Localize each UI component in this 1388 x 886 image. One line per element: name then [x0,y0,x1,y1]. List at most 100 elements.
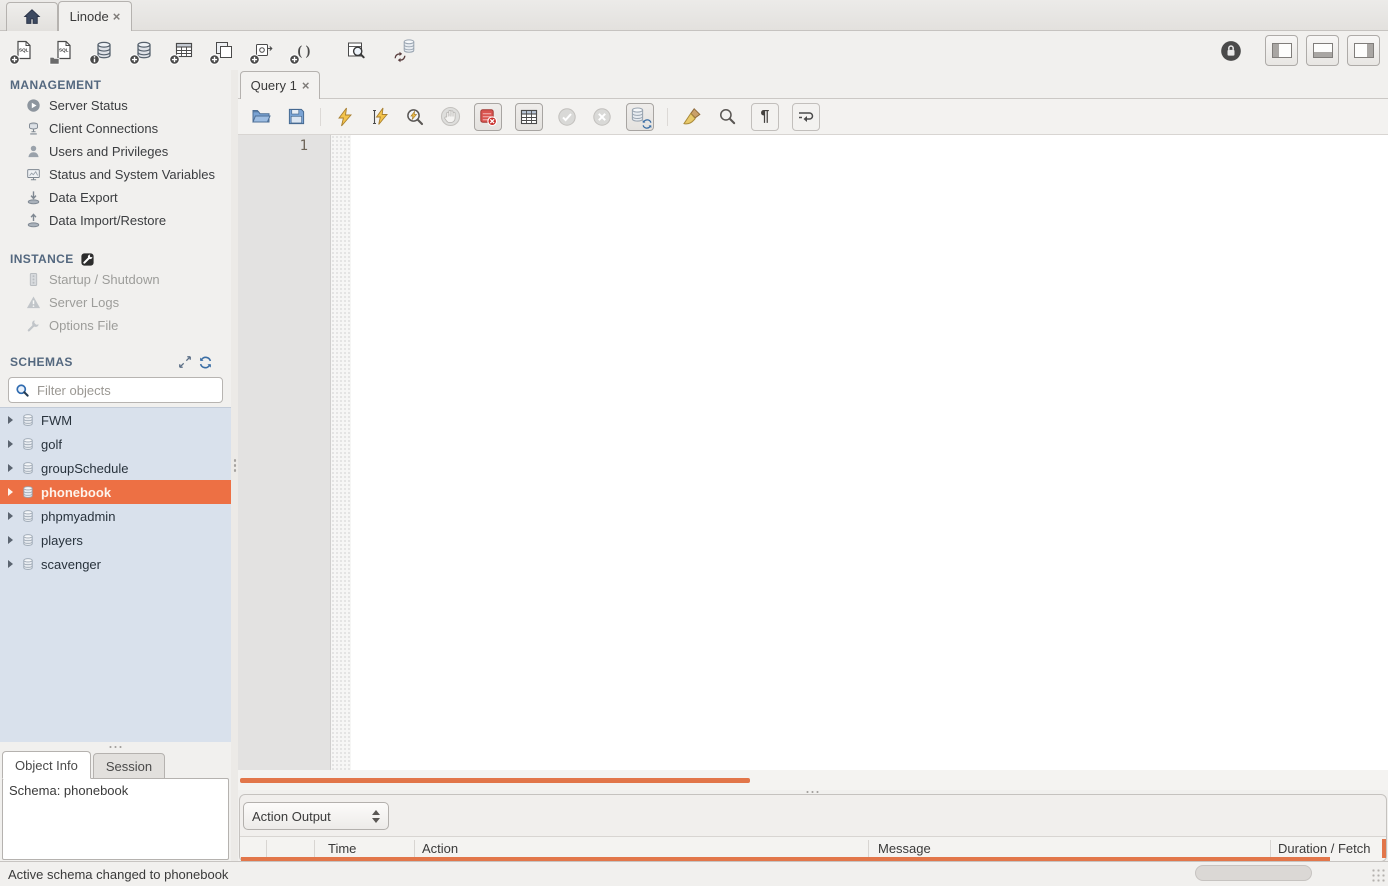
toggle-stop-on-error-button[interactable] [474,103,502,131]
editor-horizontal-scrollbar[interactable] [238,770,1388,790]
splitter-grip-icon [233,458,237,474]
management-section-title: MANAGEMENT [0,70,231,94]
tab-object-info[interactable]: Object Info [2,751,91,779]
lightning-cursor-icon [370,107,390,127]
schema-icon [21,509,35,523]
sidebar-item-server-logs[interactable]: Server Logs [0,291,231,314]
connection-tab-linode[interactable]: Linode × [58,1,132,31]
schema-row-fwm[interactable]: FWM [0,408,231,432]
close-tab-icon[interactable]: × [113,9,121,24]
info-badge-icon [89,54,100,65]
refresh-schemas-icon[interactable] [198,355,213,370]
new-sql-tab-button[interactable]: SQL [10,38,36,64]
tab-session[interactable]: Session [93,753,165,779]
create-view-button[interactable] [210,38,236,64]
connection-lock-icon [1219,39,1243,63]
open-sql-script-button[interactable]: SQL [50,38,76,64]
scrollbar-thumb[interactable] [1195,865,1312,881]
column-header-action[interactable]: Action [422,841,458,856]
query-tab-label: Query 1 [251,78,297,93]
object-info-text: Schema: phonebook [9,783,128,798]
schema-row-phonebook-selected[interactable]: phonebook [0,480,231,504]
reconnect-dbms-button[interactable] [394,38,420,64]
plus-badge-icon [129,54,140,65]
import-icon [26,213,41,228]
schema-row-players[interactable]: players [0,528,231,552]
search-table-data-button[interactable] [342,38,368,64]
sidebar-item-data-import[interactable]: Data Import/Restore [0,209,231,232]
svg-text:SQL: SQL [19,47,29,52]
sync-arrows-icon [394,51,406,63]
execute-current-button[interactable] [369,106,391,128]
splitter-grip-icon [108,745,124,749]
sidebar-item-status-variables[interactable]: Status and System Variables [0,163,231,186]
filter-objects-input[interactable] [35,382,216,399]
column-header-time[interactable]: Time [328,841,356,856]
home-icon [22,7,42,27]
open-file-button[interactable] [250,106,272,128]
open-folder-icon [251,107,271,127]
create-procedure-button[interactable] [250,38,276,64]
scrollbar-thumb[interactable] [240,778,750,783]
lightning-bolt-icon [335,107,355,127]
output-selector[interactable]: Action Output [243,802,389,830]
show-invisibles-button[interactable]: ¶ [751,103,779,131]
create-table-button[interactable] [170,38,196,64]
expand-arrow-icon[interactable] [8,536,13,544]
column-separator [266,840,267,858]
beautify-sql-button[interactable] [681,106,703,128]
pilcrow-icon: ¶ [761,109,770,125]
main-toolbar-right [1219,35,1380,66]
schema-row-scavenger[interactable]: scavenger [0,552,231,576]
sidebar-item-server-status[interactable]: Server Status [0,94,231,117]
sidebar-item-data-export[interactable]: Data Export [0,186,231,209]
output-vertical-scrollbar-thumb[interactable] [1382,839,1386,858]
toggle-output-area-button[interactable] [1306,35,1339,66]
sidebar-item-startup-shutdown[interactable]: Startup / Shutdown [0,268,231,291]
create-function-button[interactable] [290,38,316,64]
tab-query-1[interactable]: Query 1 × [240,71,320,99]
expand-arrow-icon[interactable] [8,464,13,472]
execute-all-button[interactable] [334,106,356,128]
schema-row-phpmyadmin[interactable]: phpmyadmin [0,504,231,528]
rollback-button[interactable] [591,106,613,128]
toolbar-separator [667,108,668,126]
sidebar-main-splitter[interactable] [231,70,238,862]
sql-editor-canvas[interactable] [351,135,1388,770]
spinner-arrows-icon [372,810,380,823]
column-header-message[interactable]: Message [878,841,931,856]
monitor-icon [26,167,41,182]
schema-row-groupschedule[interactable]: groupSchedule [0,456,231,480]
commit-button[interactable] [556,106,578,128]
column-header-duration[interactable]: Duration / Fetch [1278,841,1384,856]
toggle-left-sidebar-button[interactable] [1265,35,1298,66]
stop-query-button[interactable] [439,106,461,128]
expand-arrow-icon[interactable] [8,440,13,448]
search-table-icon [346,40,366,60]
client-connections-icon [26,121,41,136]
panel-bottom-icon [1313,43,1333,58]
toggle-right-sidebar-button[interactable] [1347,35,1380,66]
find-button[interactable] [716,106,738,128]
schema-row-golf[interactable]: golf [0,432,231,456]
sidebar-item-client-connections[interactable]: Client Connections [0,117,231,140]
toggle-wrap-button[interactable] [792,103,820,131]
expand-arrow-icon[interactable] [8,560,13,568]
expand-panel-icon[interactable] [178,355,192,369]
wrench-icon [26,318,41,333]
schema-inspector-button[interactable] [90,38,116,64]
plus-badge-icon [249,54,260,65]
close-query-tab-icon[interactable]: × [302,78,310,93]
limit-rows-button[interactable] [515,103,543,131]
expand-arrow-icon[interactable] [8,488,13,496]
toggle-autocommit-button[interactable] [626,103,654,131]
create-schema-button[interactable] [130,38,156,64]
sidebar-item-users-privileges[interactable]: Users and Privileges [0,140,231,163]
expand-arrow-icon[interactable] [8,416,13,424]
save-script-button[interactable] [285,106,307,128]
home-tab[interactable] [6,2,58,31]
explain-plan-button[interactable] [404,106,426,128]
sidebar-item-options-file[interactable]: Options File [0,314,231,337]
expand-arrow-icon[interactable] [8,512,13,520]
schema-icon [21,485,35,499]
